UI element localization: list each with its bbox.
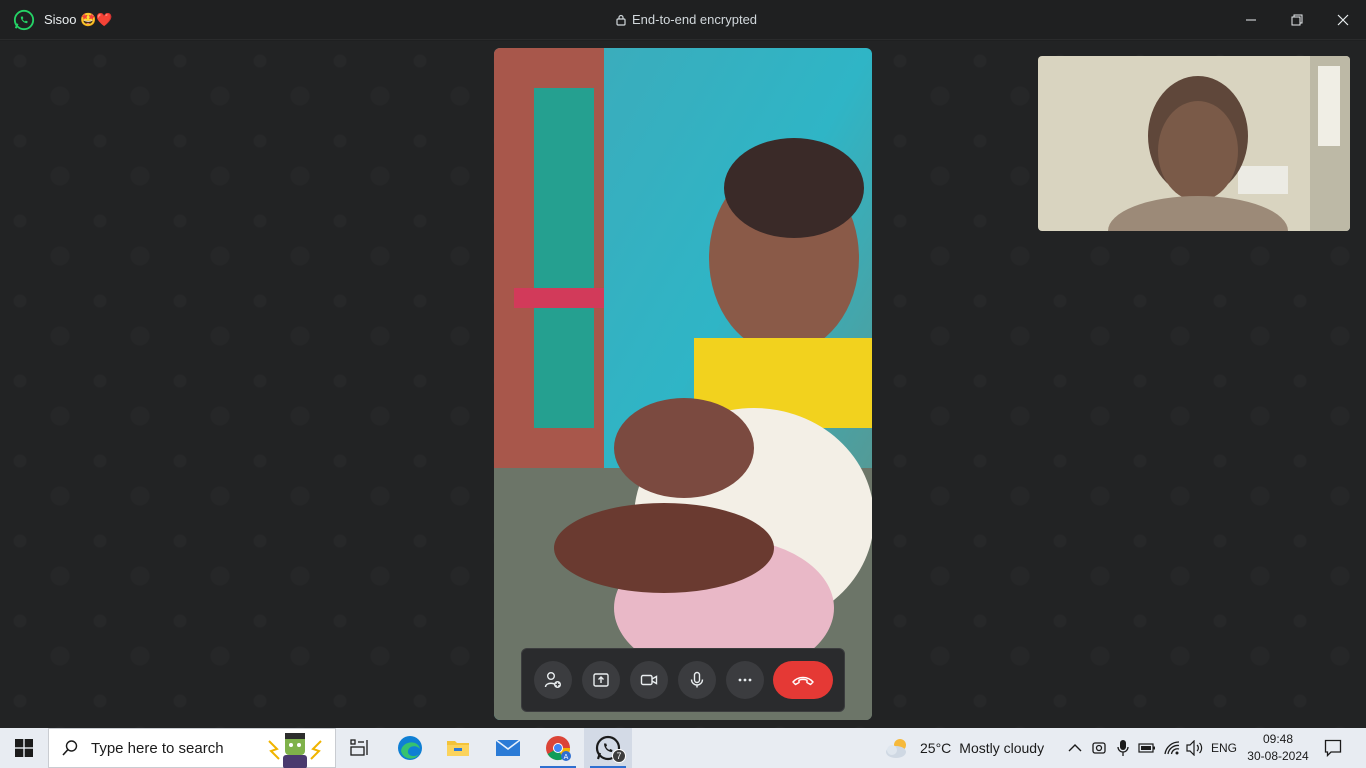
add-person-icon bbox=[544, 672, 561, 688]
taskbar-chrome[interactable]: A bbox=[534, 728, 582, 768]
encryption-label: End-to-end encrypted bbox=[632, 12, 758, 27]
video-toggle-button[interactable] bbox=[630, 661, 668, 699]
volume-indicator[interactable] bbox=[1184, 728, 1206, 768]
taskbar-file-explorer[interactable] bbox=[434, 728, 482, 768]
taskbar-clock[interactable]: 09:48 30-08-2024 bbox=[1244, 731, 1312, 765]
search-highlight-character-icon bbox=[268, 733, 322, 768]
weather-temperature: 25°C bbox=[920, 740, 952, 756]
more-options-button[interactable] bbox=[726, 661, 764, 699]
remote-video-feed bbox=[494, 48, 872, 720]
taskbar-whatsapp[interactable]: 7 bbox=[584, 728, 632, 768]
self-video-preview[interactable] bbox=[1038, 56, 1350, 231]
whatsapp-logo-icon bbox=[13, 9, 35, 31]
microphone-in-use-indicator[interactable] bbox=[1112, 728, 1134, 768]
camera-in-use-indicator[interactable] bbox=[1088, 728, 1110, 768]
weather-widget[interactable]: 25°C Mostly cloudy bbox=[884, 728, 1044, 768]
minimize-button[interactable] bbox=[1228, 0, 1274, 40]
close-icon bbox=[1337, 14, 1349, 26]
video-camera-icon bbox=[640, 674, 658, 686]
search-placeholder: Type here to search bbox=[91, 739, 224, 757]
microphone-tray-icon bbox=[1117, 740, 1129, 756]
close-button[interactable] bbox=[1320, 0, 1366, 40]
restore-button[interactable] bbox=[1274, 0, 1320, 40]
microphone-toggle-button[interactable] bbox=[678, 661, 716, 699]
network-indicator[interactable] bbox=[1160, 728, 1184, 768]
notifications-button[interactable] bbox=[1318, 728, 1348, 768]
add-participant-button[interactable] bbox=[534, 661, 572, 699]
input-language-indicator[interactable]: ENG bbox=[1208, 728, 1240, 768]
hang-up-icon bbox=[792, 676, 814, 686]
share-screen-icon bbox=[593, 673, 609, 687]
task-view-icon bbox=[350, 739, 368, 756]
minimize-icon bbox=[1246, 19, 1256, 21]
mail-icon bbox=[495, 739, 521, 756]
svg-text:A: A bbox=[564, 754, 569, 761]
battery-indicator[interactable] bbox=[1136, 728, 1158, 768]
battery-icon bbox=[1138, 743, 1155, 753]
chrome-browser-icon: A bbox=[546, 736, 571, 761]
windows-logo-icon bbox=[15, 739, 33, 757]
share-screen-button[interactable] bbox=[582, 661, 620, 699]
clock-time: 09:48 bbox=[1262, 732, 1294, 746]
edge-browser-icon bbox=[398, 736, 422, 760]
taskbar-search-box[interactable]: Type here to search bbox=[48, 728, 336, 768]
folder-icon bbox=[447, 741, 469, 756]
task-view-button[interactable] bbox=[336, 728, 384, 768]
contact-name: Sisoo 🤩❤️ bbox=[44, 12, 113, 27]
encryption-status: End-to-end encrypted bbox=[616, 12, 757, 27]
microphone-icon bbox=[690, 671, 704, 688]
taskbar-edge[interactable] bbox=[386, 728, 434, 768]
start-button[interactable] bbox=[0, 728, 48, 768]
wifi-icon bbox=[1164, 741, 1180, 755]
call-controls bbox=[521, 648, 845, 712]
chevron-up-icon bbox=[1068, 744, 1082, 752]
end-call-button[interactable] bbox=[773, 661, 833, 699]
partly-cloudy-icon bbox=[886, 739, 906, 758]
notification-icon bbox=[1324, 739, 1342, 757]
title-bar: Sisoo 🤩❤️ End-to-end encrypted bbox=[0, 0, 1366, 40]
ellipsis-icon bbox=[738, 678, 752, 682]
clock-date: 30-08-2024 bbox=[1247, 749, 1309, 763]
lock-icon bbox=[616, 14, 626, 26]
taskbar: Type here to search A 7 25°C Mostly clou… bbox=[0, 728, 1366, 768]
whatsapp-unread-badge: 7 bbox=[612, 749, 626, 763]
show-hidden-icons-button[interactable] bbox=[1064, 728, 1086, 768]
weather-description: Mostly cloudy bbox=[959, 740, 1045, 756]
search-icon bbox=[62, 740, 78, 756]
camera-icon bbox=[1092, 742, 1106, 754]
speaker-icon bbox=[1186, 740, 1203, 756]
restore-icon bbox=[1291, 14, 1303, 26]
taskbar-mail[interactable] bbox=[484, 728, 532, 768]
